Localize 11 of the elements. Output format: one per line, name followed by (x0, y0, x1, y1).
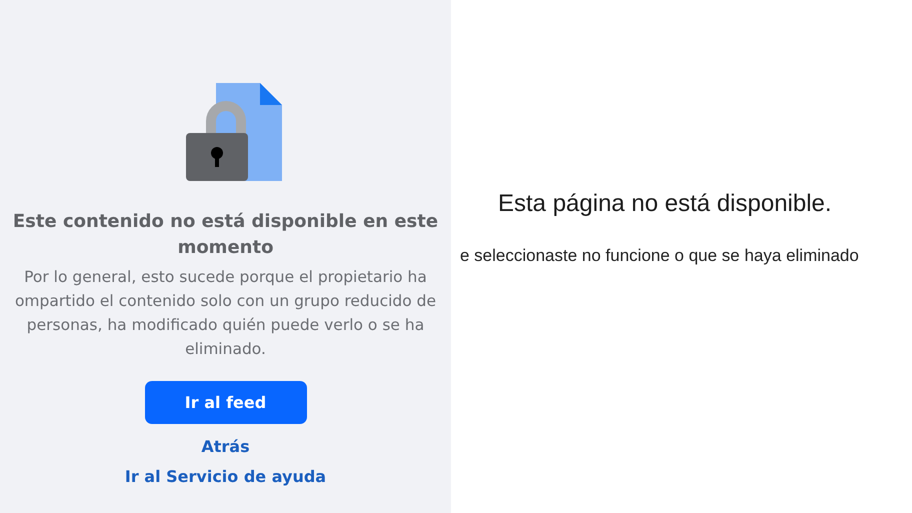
explanation-text-line: personas, ha modificado quién puede verlo o se ha (26, 315, 426, 336)
locked-document-icon (184, 83, 284, 183)
page-unavailable-heading: Esta página no está disponible. (498, 189, 833, 219)
explanation-text-line: ompartido el contenido solo con un grupo reducido de (14, 291, 436, 312)
explanation-text-line: eliminado. (184, 339, 267, 360)
help-link[interactable]: Ir al Servicio de ayuda (124, 468, 326, 485)
explanation-text-line: Por lo general, esto sucede porque el propietario ha (23, 267, 428, 288)
go-to-feed-button[interactable]: Ir al feed (144, 381, 306, 424)
help-link[interactable]: Atrás (201, 438, 250, 455)
page-unavailable-message: e seleccionaste no funcione o que se haya eliminado (460, 246, 860, 266)
unavailable-heading: Este contenido no está disponible en este momento (12, 210, 440, 260)
